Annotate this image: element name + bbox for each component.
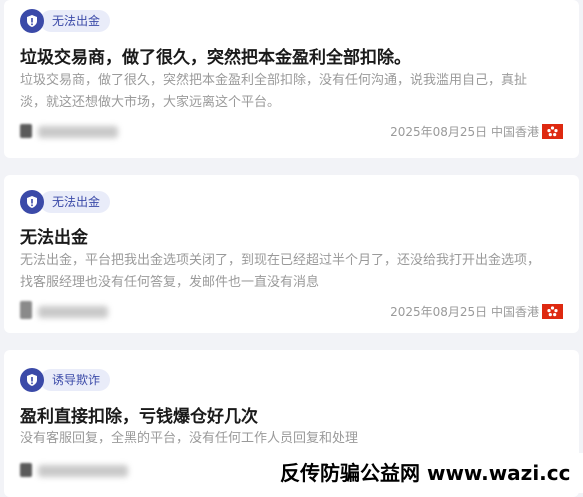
blurred-username xyxy=(38,126,118,138)
post-title[interactable]: 无法出金 xyxy=(20,223,88,248)
post-date-location: 2025年08月25日 中国香港 xyxy=(390,125,539,139)
watermark-banner: 反传防骗公益网 www.wazi.cc xyxy=(270,453,583,493)
blurred-username xyxy=(38,465,128,477)
avatar xyxy=(20,463,32,477)
blurred-username xyxy=(38,306,108,318)
tag-label: 无法出金 xyxy=(40,10,111,32)
post-tag[interactable]: 无法出金 xyxy=(20,189,111,215)
warning-badge-icon xyxy=(20,9,44,33)
post-date-location: 2025年08月25日 中国香港 xyxy=(390,305,539,319)
post-tag[interactable]: 诱导欺诈 xyxy=(20,367,111,393)
post-card[interactable]: 无法出金 无法出金 无法出金，平台把我出金选项关闭了，到现在已经超过半个月了，还… xyxy=(4,175,579,333)
avatar xyxy=(20,301,32,319)
tag-label: 无法出金 xyxy=(40,191,111,213)
tag-label: 诱导欺诈 xyxy=(40,369,111,391)
post-title[interactable]: 盈利直接扣除，亏钱爆仓好几次 xyxy=(20,402,258,427)
post-title[interactable]: 垃圾交易商，做了很久，突然把本金盈利全部扣除。 xyxy=(20,43,411,68)
post-body: 没有客服回复，全黑的平台，没有任何工作人员回复和处理 xyxy=(20,431,359,446)
post-body: 垃圾交易商，做了很久，突然把本金盈利全部扣除，没有任何沟通，说我滥用自己，真扯淡… xyxy=(20,73,528,110)
hong-kong-flag-icon xyxy=(542,124,563,139)
warning-badge-icon xyxy=(20,190,44,214)
hong-kong-flag-icon xyxy=(542,304,563,319)
post-footer: 2025年08月25日 中国香港 xyxy=(20,301,563,323)
warning-badge-icon xyxy=(20,368,44,392)
post-card[interactable]: 无法出金 垃圾交易商，做了很久，突然把本金盈利全部扣除。 垃圾交易商，做了很久，… xyxy=(4,0,579,158)
post-tag[interactable]: 无法出金 xyxy=(20,8,111,34)
post-body: 无法出金，平台把我出金选项关闭了，到现在已经超过半个月了，还没给我打开出金选项，… xyxy=(20,253,541,290)
post-footer: 2025年08月25日 中国香港 xyxy=(20,121,563,143)
avatar xyxy=(20,124,32,138)
